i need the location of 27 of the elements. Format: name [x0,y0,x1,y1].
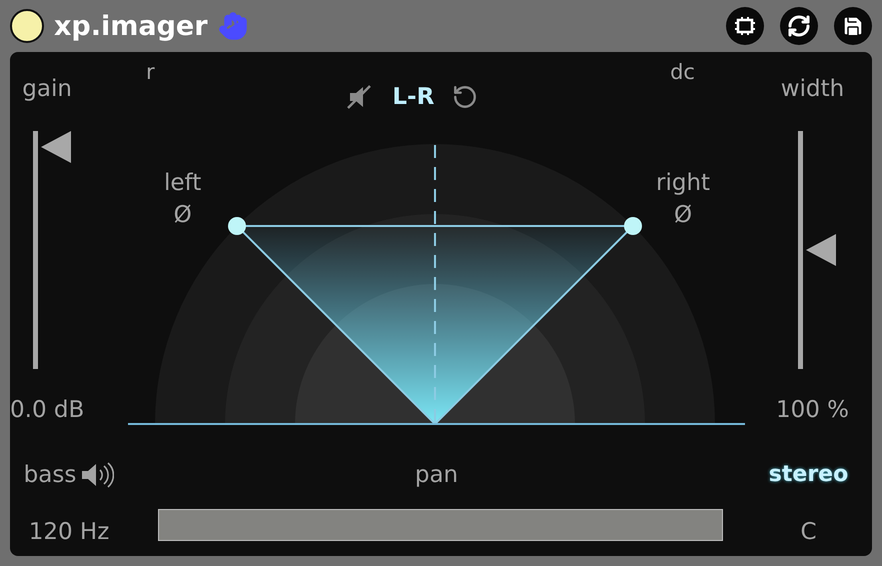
pan-label: pan [414,462,458,488]
pan-value: C [800,519,817,546]
sync-button[interactable] [780,7,818,45]
speaker-icon[interactable] [80,460,114,489]
channel-label: right [656,170,710,196]
mode-button[interactable]: L-R [392,84,434,110]
phase-symbol[interactable]: Ø [674,202,692,228]
slider-label: gain [22,76,72,102]
corner-label: r [146,60,155,84]
phase-symbol[interactable]: Ø [174,202,192,228]
slider-label: width [780,76,844,102]
corner-label: dc [670,60,695,84]
status-lamp[interactable] [10,9,44,43]
window-button[interactable] [726,7,764,45]
slider-reading: 0.0 dB [10,397,84,423]
bass-label: bass [24,462,76,488]
frame-icon [734,16,756,36]
save-button[interactable] [834,7,872,45]
window-title: xp.imager [54,10,208,42]
sync-icon [787,14,811,38]
slider-thumb[interactable] [41,131,72,164]
slider-reading: 100 % [776,397,850,423]
bass-frequency: 120 Hz [28,519,110,546]
reset-button[interactable] [452,84,478,110]
stereo-toggle[interactable]: stereo [768,462,848,488]
channel-label: left [164,170,202,196]
slider-thumb[interactable] [806,234,836,266]
